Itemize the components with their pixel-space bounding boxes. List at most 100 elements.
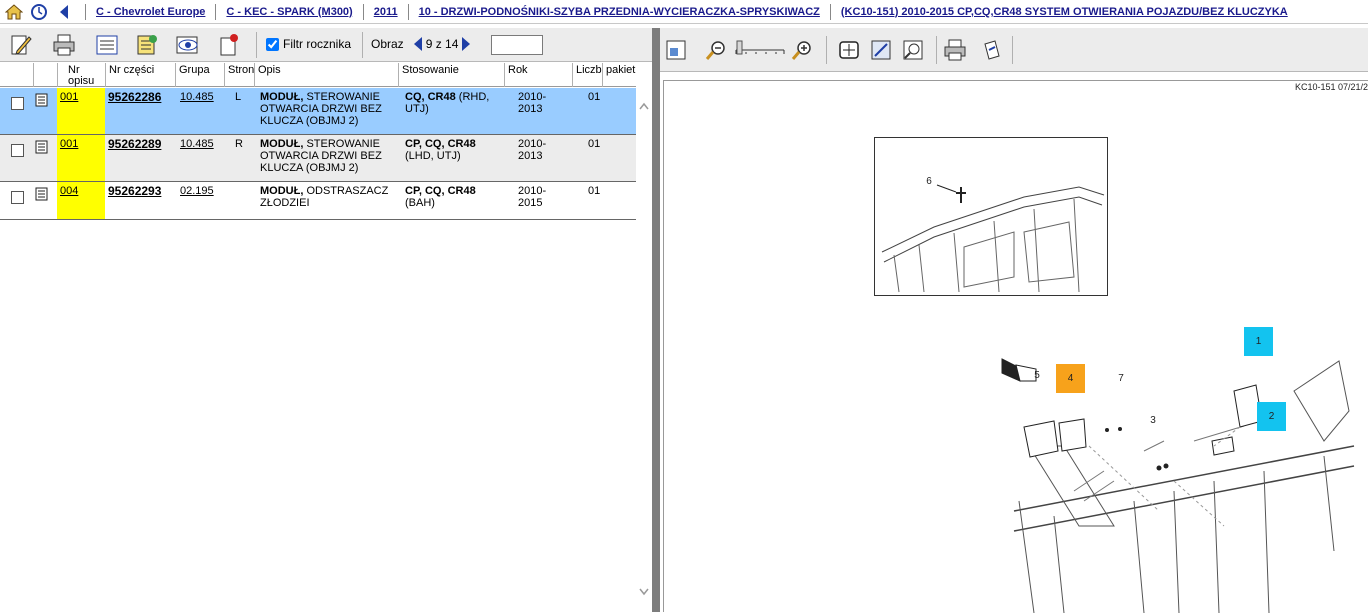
column-header-usage[interactable]: Stosowanie bbox=[398, 63, 504, 87]
row-group[interactable]: 10.485 bbox=[177, 88, 224, 106]
row-usage: CQ, CR48 (RHD, UTJ) bbox=[405, 91, 490, 115]
divider bbox=[362, 32, 363, 58]
row-part-number[interactable]: 95262286 bbox=[105, 88, 175, 106]
row-group[interactable]: 10.485 bbox=[177, 135, 224, 153]
document-icon[interactable] bbox=[35, 187, 49, 204]
column-header-icon bbox=[33, 63, 57, 87]
parts-toolbar: Filtr rocznika Obraz 9 z 14 bbox=[0, 28, 652, 62]
row-side bbox=[232, 182, 254, 188]
row-side: L bbox=[235, 91, 242, 103]
magnify-region-icon[interactable] bbox=[899, 36, 927, 64]
callout-4[interactable]: 4 bbox=[1056, 364, 1085, 393]
column-header-description[interactable]: Opis bbox=[254, 63, 398, 87]
crumb-group[interactable]: 10 - DRZWI-PODNOŚNIKI-SZYBA PRZEDNIA-WYC… bbox=[419, 6, 820, 18]
crumb-illustration[interactable]: (KC10-151) 2010-2015 CP,CQ,CR48 SYSTEM O… bbox=[841, 6, 1288, 18]
image-number-input[interactable] bbox=[491, 35, 543, 55]
print-image-icon[interactable] bbox=[941, 36, 969, 64]
list-view-icon[interactable] bbox=[94, 32, 120, 58]
column-header-nr[interactable]: Nr opisu bbox=[57, 63, 105, 87]
callout-6[interactable]: 6 bbox=[922, 174, 936, 188]
table-row[interactable]: 001 95262289 10.485 R MODUŁ, STEROWANIE … bbox=[0, 135, 636, 182]
row-description: MODUŁ, STEROWANIE OTWARCIA DRZWI BEZ KLU… bbox=[260, 91, 382, 127]
crumb-model[interactable]: C - KEC - SPARK (M300) bbox=[226, 6, 352, 18]
callout-2[interactable]: 2 bbox=[1257, 402, 1286, 431]
image-navigator: Obraz 9 z 14 bbox=[371, 37, 471, 51]
divider bbox=[407, 3, 409, 20]
parts-list-pane: Filtr rocznika Obraz 9 z 14 Nr opisu Nr … bbox=[0, 28, 652, 612]
document-icon[interactable] bbox=[35, 93, 49, 110]
row-nr[interactable]: 004 bbox=[57, 182, 105, 219]
full-view-icon[interactable] bbox=[835, 36, 863, 64]
image-page-indicator: 9 z 14 bbox=[425, 37, 459, 51]
row-part-number[interactable]: 95262293 bbox=[105, 182, 175, 200]
column-header-qty[interactable]: Liczba bbox=[572, 63, 602, 87]
row-group[interactable]: 02.195 bbox=[177, 182, 224, 200]
divider bbox=[826, 36, 827, 64]
divider bbox=[215, 3, 217, 20]
divider bbox=[936, 36, 937, 64]
row-usage: CP, CQ, CR48 (BAH) bbox=[405, 185, 476, 209]
image-label: Obraz bbox=[371, 37, 404, 51]
breadcrumb: C - Chevrolet Europe C - KEC - SPARK (M3… bbox=[0, 0, 1368, 24]
divider bbox=[1012, 36, 1013, 64]
crumb-brand[interactable]: C - Chevrolet Europe bbox=[96, 6, 205, 18]
callout-1[interactable]: 1 bbox=[1244, 327, 1273, 356]
parts-catalog-icon[interactable] bbox=[134, 32, 160, 58]
column-header-part[interactable]: Nr części bbox=[105, 63, 175, 87]
zoom-in-icon[interactable] bbox=[788, 36, 816, 64]
callout-3[interactable]: 3 bbox=[1146, 413, 1160, 427]
callout-7[interactable]: 7 bbox=[1114, 371, 1128, 385]
column-header-package[interactable]: pakiet bbox=[602, 63, 636, 87]
crossmember-drawing bbox=[1001, 358, 1355, 613]
row-checkbox[interactable] bbox=[11, 97, 24, 110]
next-image-icon[interactable] bbox=[462, 37, 471, 51]
column-header-group[interactable]: Grupa bbox=[175, 63, 224, 87]
back-arrow-icon[interactable] bbox=[53, 1, 75, 23]
year-filter[interactable]: Filtr rocznika bbox=[266, 37, 351, 51]
row-qty: 01 bbox=[588, 138, 601, 150]
view-eye-icon[interactable] bbox=[175, 32, 201, 58]
document-icon[interactable] bbox=[35, 140, 49, 157]
row-year: 2010-2013 bbox=[518, 91, 547, 115]
callout-5[interactable]: 5 bbox=[1030, 368, 1044, 382]
row-description: MODUŁ, ODSTRASZACZ ZŁODZIEI bbox=[260, 185, 389, 209]
row-checkbox[interactable] bbox=[11, 191, 24, 204]
table-row[interactable]: 004 95262293 02.195 MODUŁ, ODSTRASZACZ Z… bbox=[0, 182, 636, 220]
divider bbox=[362, 3, 364, 20]
pane-splitter[interactable] bbox=[652, 28, 660, 612]
zoom-out-icon[interactable] bbox=[702, 36, 730, 64]
column-header-year[interactable]: Rok bbox=[504, 63, 572, 87]
parts-illustration[interactable]: KC10-151 07/21/2 6 1 2 3 4 5 7 bbox=[663, 80, 1368, 613]
illustration-code: KC10-151 07/21/2 bbox=[1294, 82, 1368, 92]
row-usage: CP, CQ, CR48 (LHD, UTJ) bbox=[405, 138, 476, 162]
column-header-side[interactable]: Strona bbox=[224, 63, 254, 87]
row-nr[interactable]: 001 bbox=[57, 135, 105, 181]
divider bbox=[85, 3, 86, 20]
year-filter-label: Filtr rocznika bbox=[283, 37, 352, 51]
history-clock-icon[interactable] bbox=[28, 1, 50, 23]
edit-notes-icon[interactable] bbox=[8, 32, 34, 58]
clipboard-pin-icon[interactable] bbox=[216, 32, 242, 58]
prev-image-icon[interactable] bbox=[413, 37, 422, 51]
row-checkbox[interactable] bbox=[11, 144, 24, 157]
home-icon[interactable] bbox=[3, 1, 25, 23]
divider bbox=[256, 32, 257, 58]
table-row[interactable]: 001 95262286 10.485 L MODUŁ, STEROWANIE … bbox=[0, 88, 636, 135]
year-filter-checkbox[interactable] bbox=[266, 37, 279, 51]
illustration-pane: KC10-151 07/21/2 6 1 2 3 4 5 7 bbox=[660, 28, 1368, 613]
zoom-region-icon[interactable] bbox=[867, 36, 895, 64]
scroll-down-icon[interactable] bbox=[639, 587, 649, 599]
illustration-toolbar bbox=[660, 28, 1368, 72]
row-nr[interactable]: 001 bbox=[57, 88, 105, 134]
vertical-scrollbar[interactable] bbox=[636, 87, 652, 612]
table-header: Nr opisu Nr części Grupa Strona Opis Sto… bbox=[0, 63, 636, 87]
row-side: R bbox=[235, 138, 243, 150]
scroll-up-icon[interactable] bbox=[639, 101, 649, 113]
fit-window-icon[interactable] bbox=[662, 36, 690, 64]
print-icon[interactable] bbox=[51, 32, 77, 58]
row-part-number[interactable]: 95262289 bbox=[105, 135, 175, 153]
row-description: MODUŁ, STEROWANIE OTWARCIA DRZWI BEZ KLU… bbox=[260, 138, 382, 174]
zoom-slider[interactable] bbox=[734, 40, 786, 58]
crumb-year[interactable]: 2011 bbox=[374, 6, 398, 18]
export-image-icon[interactable] bbox=[978, 36, 1006, 64]
